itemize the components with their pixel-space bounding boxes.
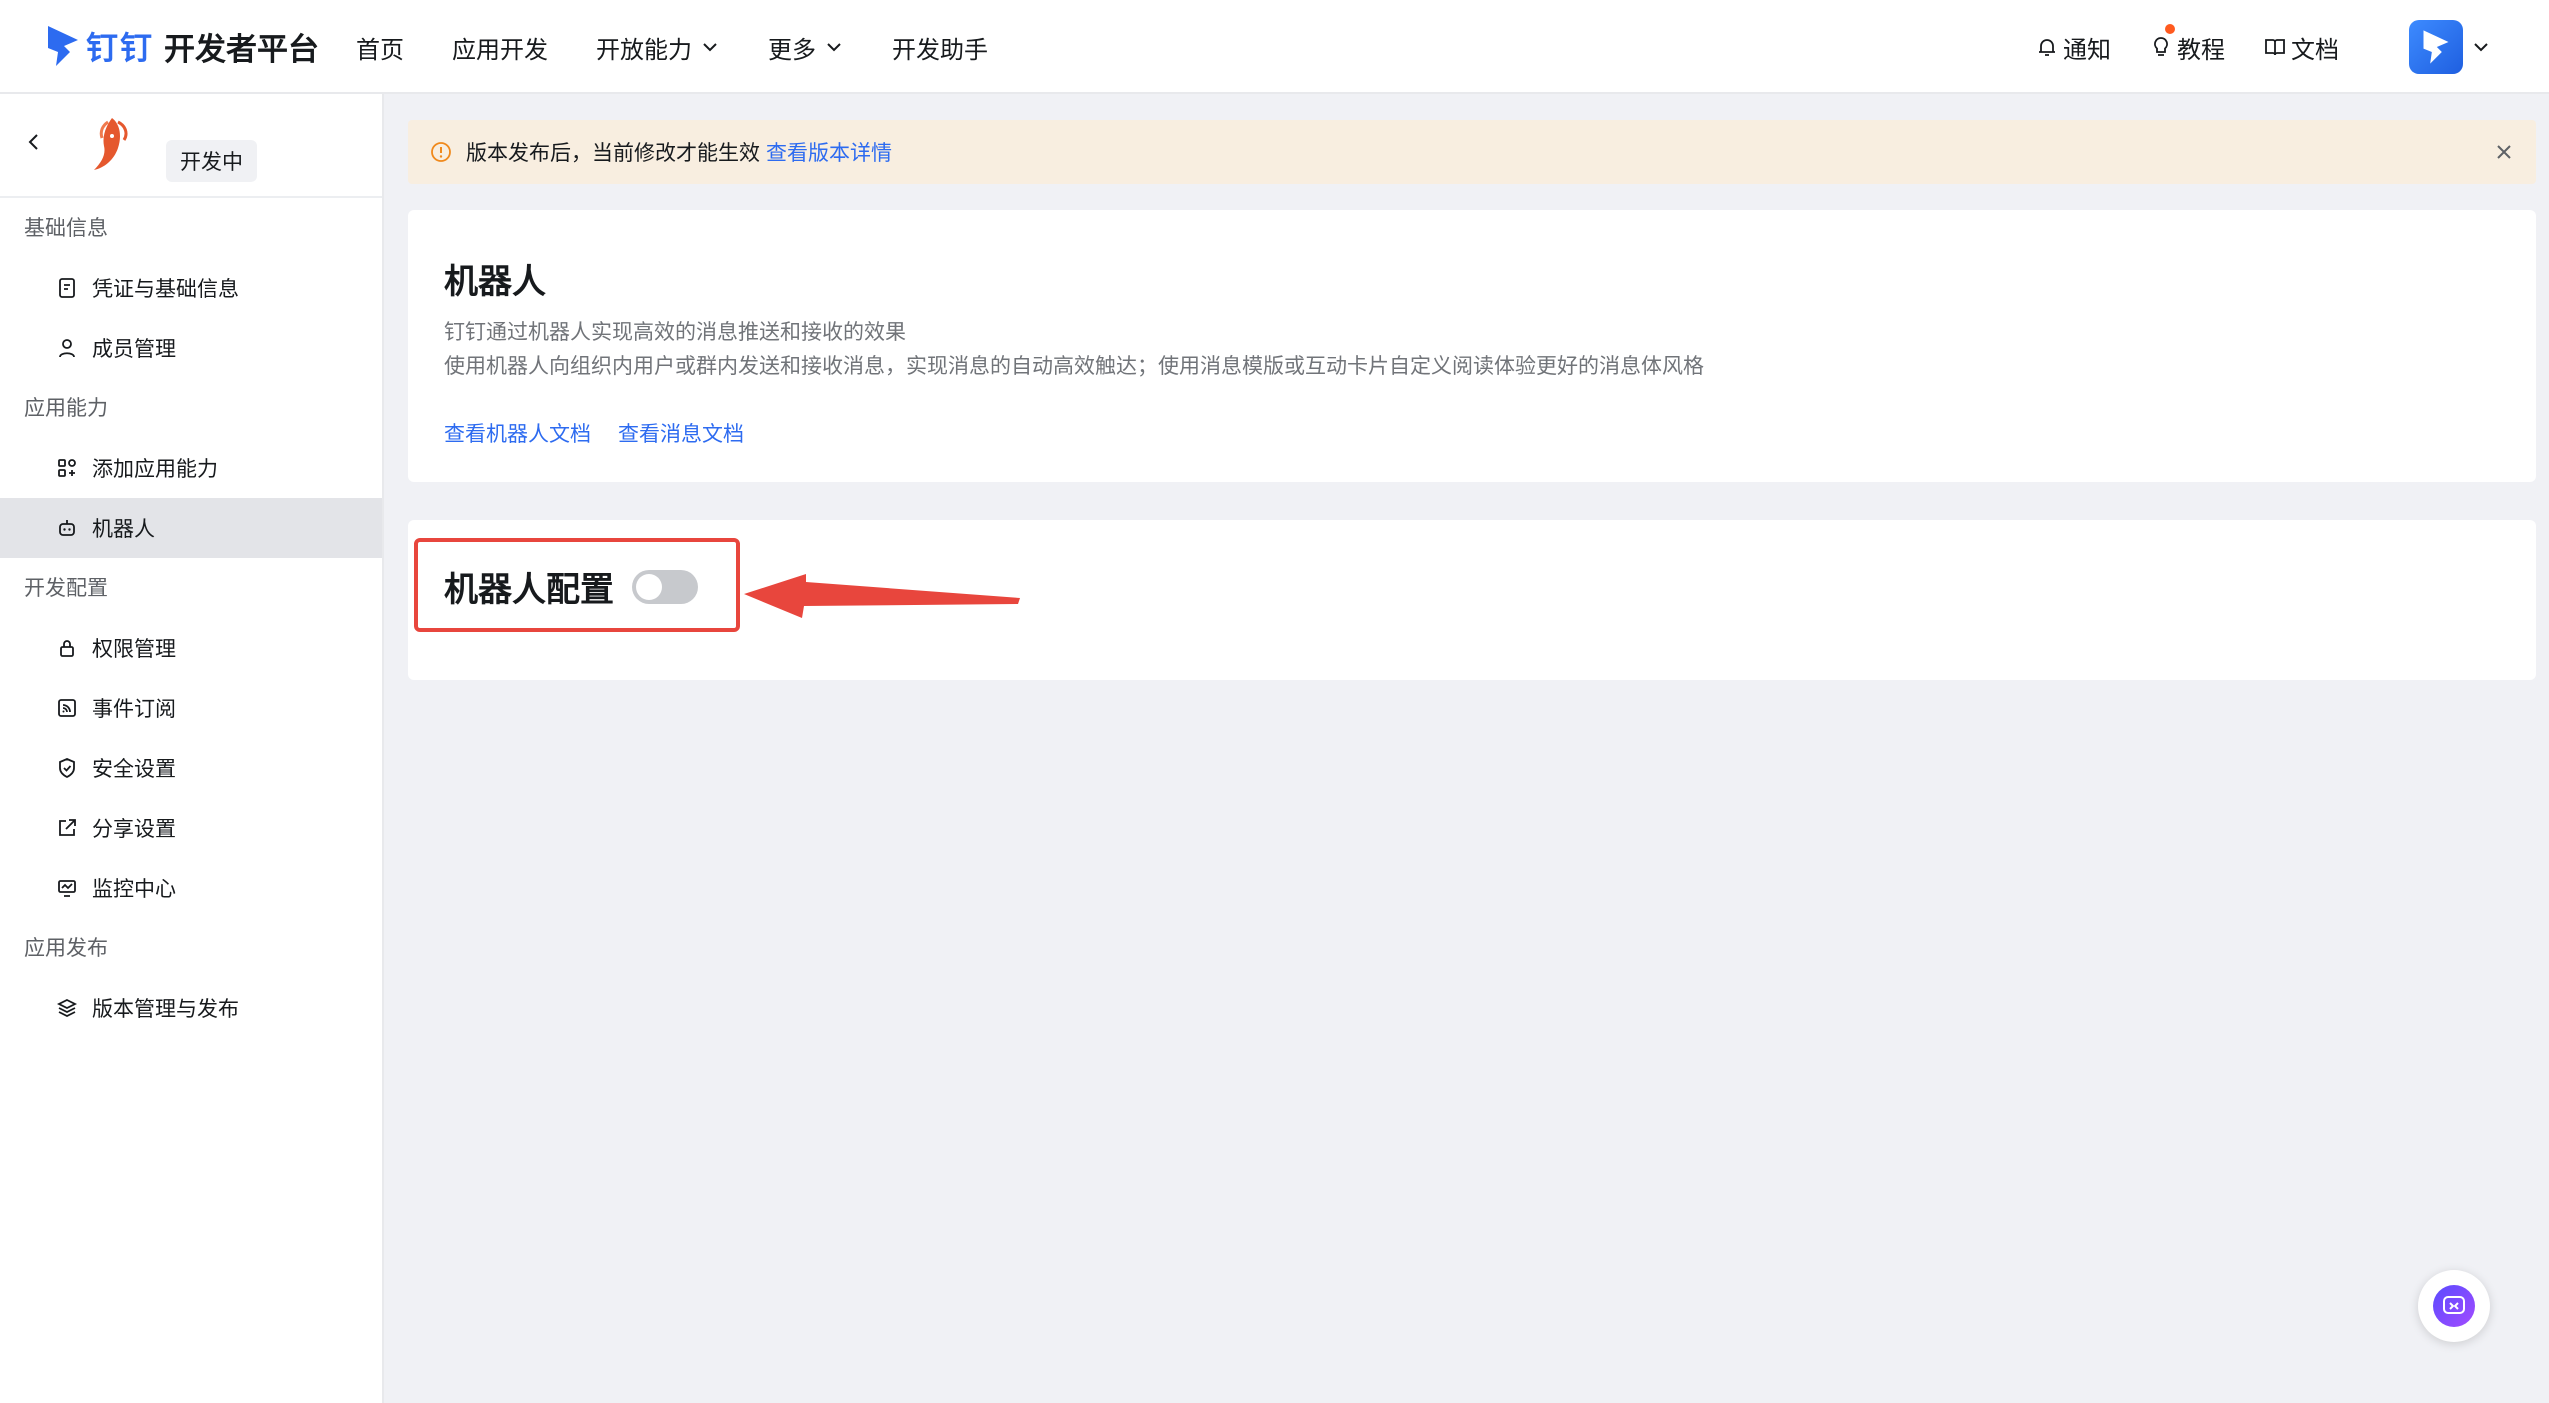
logo[interactable]: 钉钉 开发者平台: [44, 18, 319, 74]
group-title-app-capability: 应用能力: [24, 396, 108, 420]
robot-icon: [59, 520, 75, 536]
nav-dev-assistant[interactable]: 开发助手: [892, 30, 988, 65]
sidebar-item-version[interactable]: 版本管理与发布: [0, 978, 382, 1038]
robot-doc-link[interactable]: 查看机器人文档: [444, 418, 591, 448]
notify-button[interactable]: 通知: [2035, 30, 2111, 65]
layers-icon: [56, 998, 78, 1018]
robot-config-card: 机器人配置: [408, 520, 2536, 680]
dingtalk-logo-icon: [2423, 30, 2449, 64]
app-lobster-icon: [94, 118, 128, 170]
robot-info-card: 机器人 钉钉通过机器人实现高效的消息推送和接收的效果 使用机器人向组织内用户或群…: [408, 210, 2536, 482]
nav-open-capability[interactable]: 开放能力: [596, 30, 720, 65]
nav-app-dev[interactable]: 应用开发: [452, 30, 548, 65]
tutorial-button[interactable]: 教程: [2149, 23, 2225, 65]
sidebar-item-members[interactable]: 成员管理: [0, 318, 382, 378]
annotation-arrow-icon: [744, 574, 1020, 618]
group-title-release: 应用发布: [24, 936, 108, 960]
toggle-knob: [636, 574, 662, 600]
robot-title: 机器人: [444, 262, 546, 302]
shield-icon: [59, 758, 75, 779]
new-badge-dot: [2165, 23, 2175, 34]
status-badge: 开发中: [166, 140, 257, 182]
docs-button[interactable]: 文档: [2263, 30, 2339, 65]
lock-icon: [60, 640, 74, 657]
platform-title: 开发者平台: [164, 31, 320, 68]
top-right-actions: 通知 教程 文档: [2035, 0, 2549, 94]
main-nav: 首页 应用开发 开放能力 更多 开发助手: [356, 0, 1036, 94]
back-arrow-icon[interactable]: [22, 130, 46, 154]
lightbulb-icon: [2154, 37, 2168, 56]
nav-more[interactable]: 更多: [768, 30, 844, 65]
sidebar-item-share[interactable]: 分享设置: [0, 798, 382, 858]
chevron-down-icon: [827, 43, 841, 52]
banner-text: 版本发布后，当前修改才能生效: [466, 141, 760, 165]
bell-icon: [2039, 39, 2055, 56]
id-card-icon: [59, 278, 75, 298]
sidebar-item-permissions[interactable]: 权限管理: [0, 618, 382, 678]
sidebar-item-monitor[interactable]: 监控中心: [0, 858, 382, 918]
sidebar: 开发中 基础信息 凭证与基础信息 成员管理 应用能力 添加应用能力 机器人 开发…: [0, 94, 384, 1403]
sidebar-item-add-capability[interactable]: 添加应用能力: [0, 438, 382, 498]
dingtalk-logo-icon: [48, 26, 78, 66]
monitor-icon: [58, 880, 76, 897]
group-title-basic-info: 基础信息: [24, 216, 108, 240]
chevron-down-icon: [703, 43, 717, 52]
robot-config-toggle[interactable]: [632, 570, 698, 604]
view-version-details-link[interactable]: 查看版本详情: [766, 137, 892, 167]
chat-bubble-icon: [2443, 1296, 2465, 1314]
top-bar: 钉钉 开发者平台 首页 应用开发 开放能力 更多 开发助手 通知 教程 文档: [0, 0, 2549, 94]
assistant-float-button[interactable]: [2418, 1270, 2490, 1342]
sidebar-item-security[interactable]: 安全设置: [0, 738, 382, 798]
info-circle-icon: [431, 142, 451, 162]
robot-description-1: 钉钉通过机器人实现高效的消息推送和接收的效果: [444, 320, 906, 344]
sidebar-item-robot[interactable]: 机器人: [0, 498, 382, 558]
rss-icon: [58, 699, 76, 717]
sidebar-item-event-subscription[interactable]: 事件订阅: [0, 678, 382, 738]
release-notice-banner: 版本发布后，当前修改才能生效 查看版本详情: [408, 120, 2536, 184]
robot-description-2: 使用机器人向组织内用户或群内发送和接收消息，实现消息的自动高效触达；使用消息模版…: [444, 354, 1704, 378]
robot-config-title: 机器人配置: [444, 570, 614, 610]
book-icon: [2265, 39, 2285, 56]
close-icon[interactable]: [2492, 140, 2516, 164]
message-doc-link[interactable]: 查看消息文档: [618, 418, 744, 448]
user-menu[interactable]: [2409, 20, 2491, 74]
assistant-icon: [2433, 1285, 2475, 1327]
chevron-down-icon: [2474, 43, 2488, 52]
brand-name: 钉钉: [86, 29, 155, 67]
app-header: 开发中: [0, 94, 382, 198]
avatar: [2409, 20, 2463, 74]
group-title-dev-config: 开发配置: [24, 576, 108, 600]
sidebar-item-credentials[interactable]: 凭证与基础信息: [0, 258, 382, 318]
apps-grid-icon: [58, 459, 76, 477]
user-icon: [59, 339, 75, 358]
share-external-icon: [59, 819, 76, 836]
nav-home[interactable]: 首页: [356, 30, 404, 65]
